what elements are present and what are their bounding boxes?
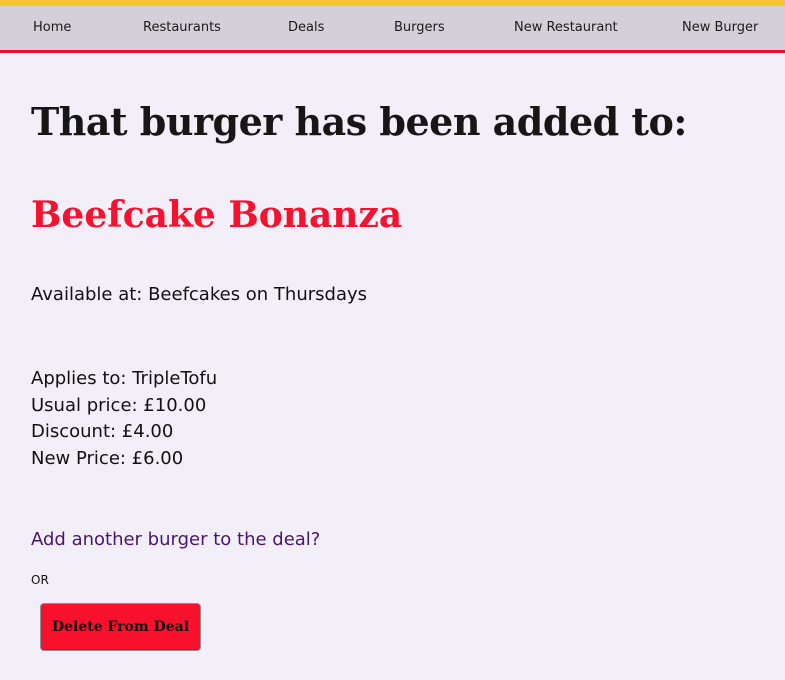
nav-restaurants[interactable]: Restaurants [143, 20, 221, 35]
add-another-burger-link[interactable]: Add another burger to the deal? [31, 529, 320, 550]
nav-burgers[interactable]: Burgers [394, 20, 445, 35]
page-title: That burger has been added to: [31, 99, 687, 144]
deal-details: Applies to: TripleTofu Usual price: £10.… [31, 366, 217, 472]
nav-deals[interactable]: Deals [288, 20, 324, 35]
deal-name: Beefcake Bonanza [31, 194, 403, 236]
new-price-text: New Price: £6.00 [31, 447, 184, 469]
top-nav: Home Restaurants Deals Burgers New Resta… [0, 6, 785, 53]
or-separator: OR [31, 573, 49, 587]
nav-new-burger[interactable]: New Burger [682, 20, 758, 35]
nav-new-restaurant[interactable]: New Restaurant [514, 20, 618, 35]
usual-price-text: Usual price: £10.00 [31, 394, 207, 416]
discount-text: Discount: £4.00 [31, 421, 174, 442]
applies-to-text: Applies to: TripleTofu [31, 368, 218, 389]
delete-from-deal-button[interactable]: Delete From Deal [40, 603, 201, 651]
nav-home[interactable]: Home [33, 20, 71, 35]
availability-text: Available at: Beefcakes on Thursdays [31, 284, 368, 305]
